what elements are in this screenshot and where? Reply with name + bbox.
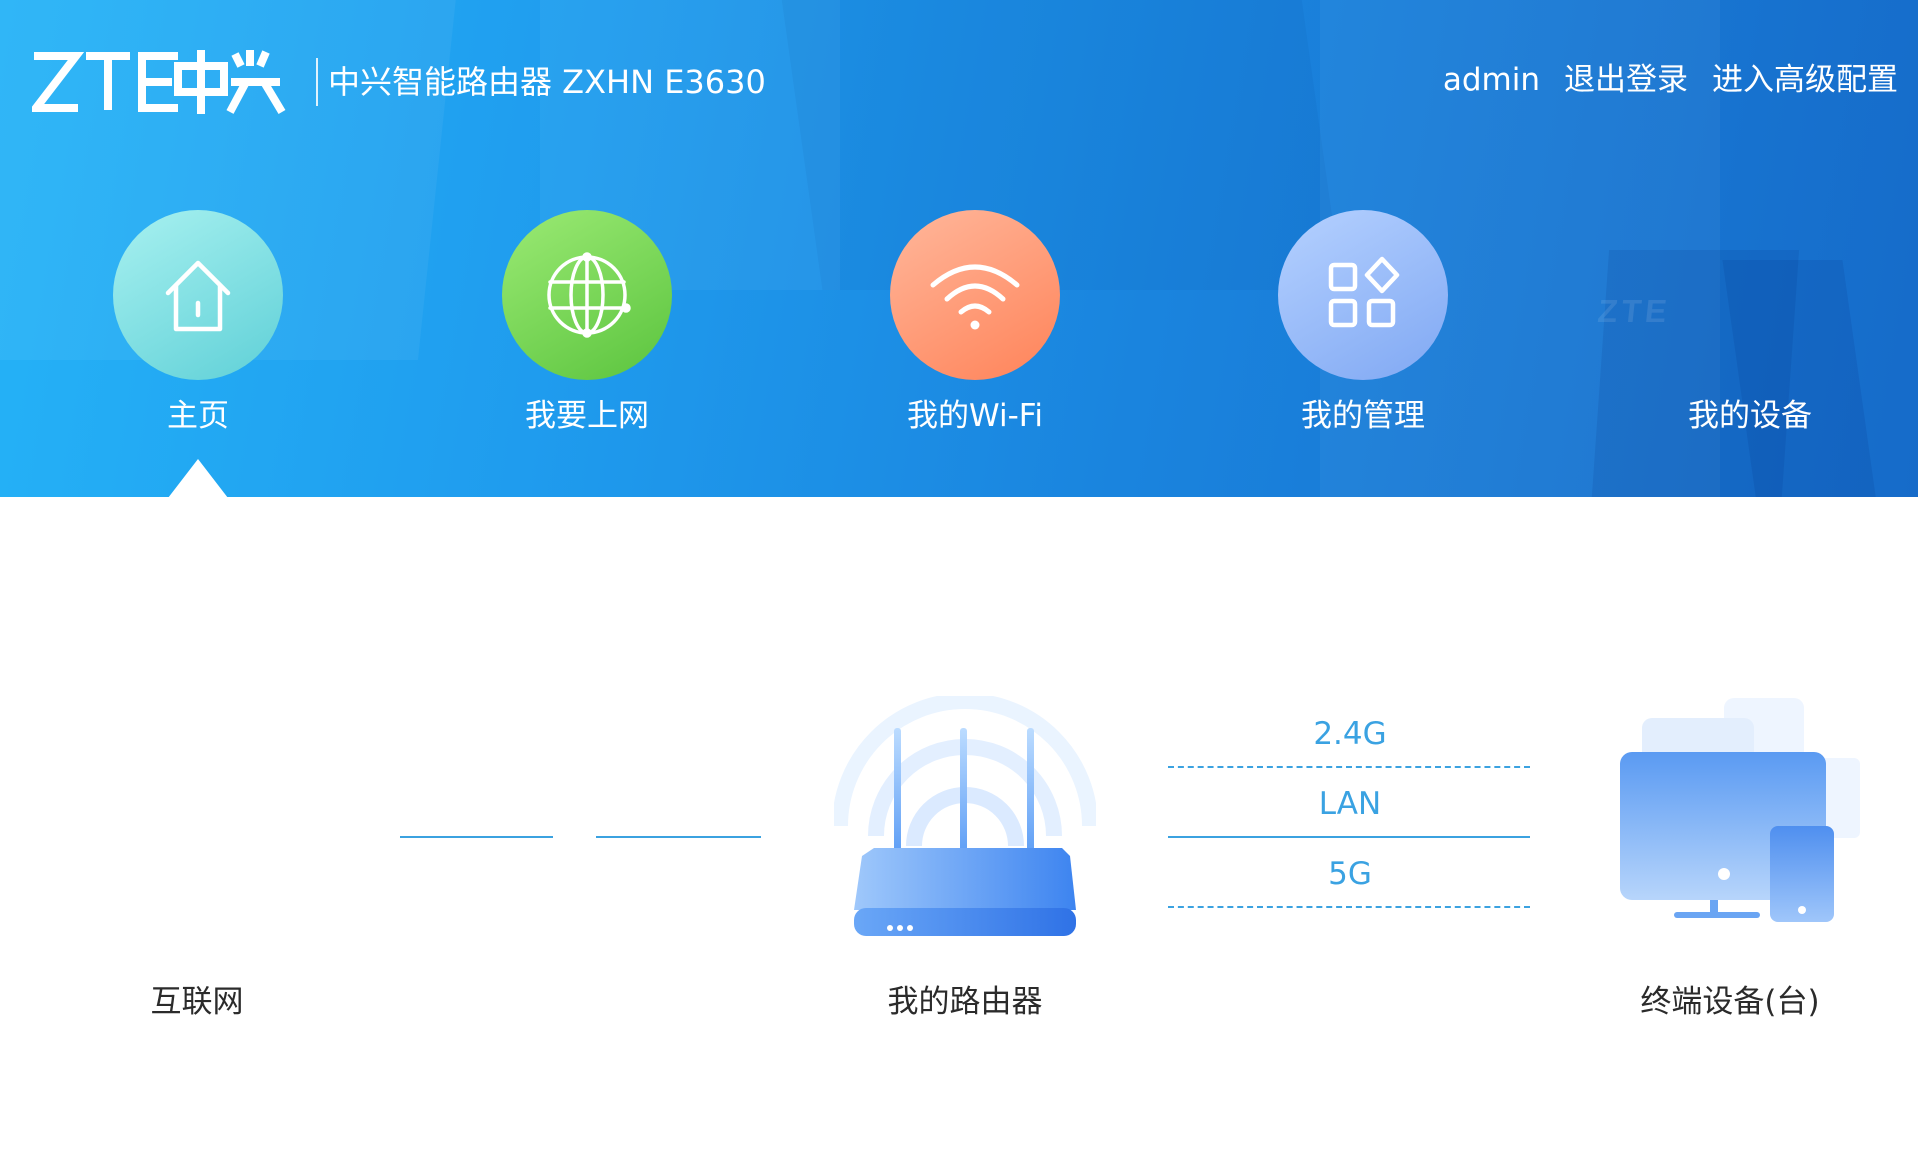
nav-home[interactable]: 主页 [88, 210, 308, 438]
top-links: admin 退出登录 进入高级配置 [1443, 58, 1898, 102]
router-image[interactable] [832, 693, 1098, 940]
nav-wifi-label: 我的Wi-Fi [907, 398, 1043, 434]
username-link[interactable]: admin [1443, 58, 1540, 102]
logo-divider [316, 58, 318, 106]
nav-devices[interactable]: 我的设备 [1640, 210, 1860, 438]
product-title: 中兴智能路由器 ZXHN E3630 [328, 63, 766, 101]
nav-wifi-circle[interactable] [890, 210, 1060, 380]
band-5g-label[interactable]: 5G [1168, 852, 1532, 896]
devices-label: 终端设备(台) [1640, 984, 1820, 1020]
band-24g-label[interactable]: 2.4G [1168, 712, 1532, 756]
advanced-config-link[interactable]: 进入高级配置 [1712, 58, 1898, 102]
nav-internet-label: 我要上网 [525, 398, 649, 434]
connection-line [596, 836, 761, 838]
band-lan-line [1168, 836, 1530, 838]
wifi-icon [930, 264, 1020, 330]
nav-wifi[interactable]: 我的Wi-Fi [865, 210, 1085, 438]
router-label: 我的路由器 [887, 984, 1043, 1020]
globe-icon [547, 252, 631, 338]
nav-manage-label: 我的管理 [1301, 398, 1425, 434]
band-lan-label[interactable]: LAN [1168, 782, 1532, 826]
devices-image[interactable] [1620, 696, 1864, 928]
nav-devices-circle[interactable] [1665, 210, 1835, 380]
nav-manage-circle[interactable] [1278, 210, 1448, 380]
apps-icon [1328, 256, 1400, 328]
nav-internet[interactable]: 我要上网 [477, 210, 697, 438]
band-24g-line [1168, 766, 1530, 768]
home-icon [165, 260, 231, 332]
nav-manage[interactable]: 我的管理 [1253, 210, 1473, 438]
band-5g-line [1168, 906, 1530, 908]
zte-logo [32, 48, 286, 118]
header-banner: ZTE 中兴智能路由器 ZXHN E3630 admin 退出登录 进入高级配置… [0, 0, 1918, 497]
connection-line [400, 836, 553, 838]
nav-internet-circle[interactable] [502, 210, 672, 380]
active-tab-indicator [168, 459, 228, 497]
nav-home-label: 主页 [167, 398, 229, 434]
internet-label: 互联网 [150, 984, 244, 1020]
nav-devices-label: 我的设备 [1688, 398, 1812, 434]
logout-link[interactable]: 退出登录 [1564, 58, 1688, 102]
nav-home-circle[interactable] [113, 210, 283, 380]
